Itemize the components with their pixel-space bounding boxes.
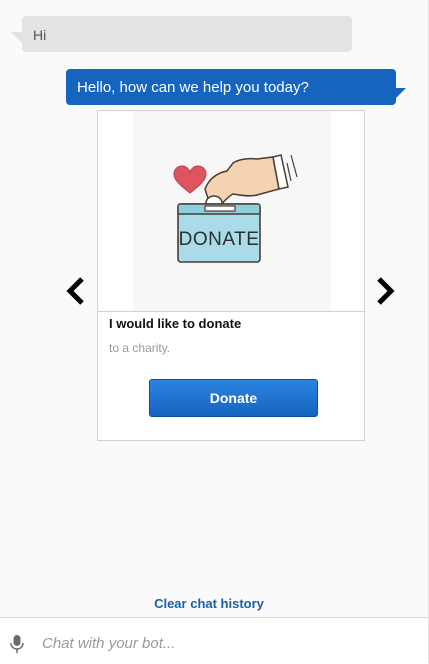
card-title: I would like to donate (109, 316, 242, 331)
microphone-icon[interactable] (9, 634, 25, 654)
bot-message: Hello, how can we help you today? (66, 69, 396, 105)
donate-illustration: DONATE (133, 111, 331, 311)
heart-icon (173, 165, 207, 194)
chevron-left-icon[interactable] (65, 276, 87, 306)
card-subtitle: to a charity. (109, 341, 171, 355)
donate-button[interactable]: Donate (149, 379, 318, 417)
chevron-right-icon[interactable] (374, 276, 396, 306)
chat-input[interactable] (40, 630, 414, 656)
carousel-card: DONATE I would like to donate to a chari… (97, 110, 365, 441)
chat-input-bar (0, 617, 428, 664)
user-message: Hi (22, 16, 352, 52)
clear-chat-history-link[interactable]: Clear chat history (0, 596, 418, 611)
donate-box-label: DONATE (179, 229, 260, 250)
card-image: DONATE (98, 111, 364, 312)
